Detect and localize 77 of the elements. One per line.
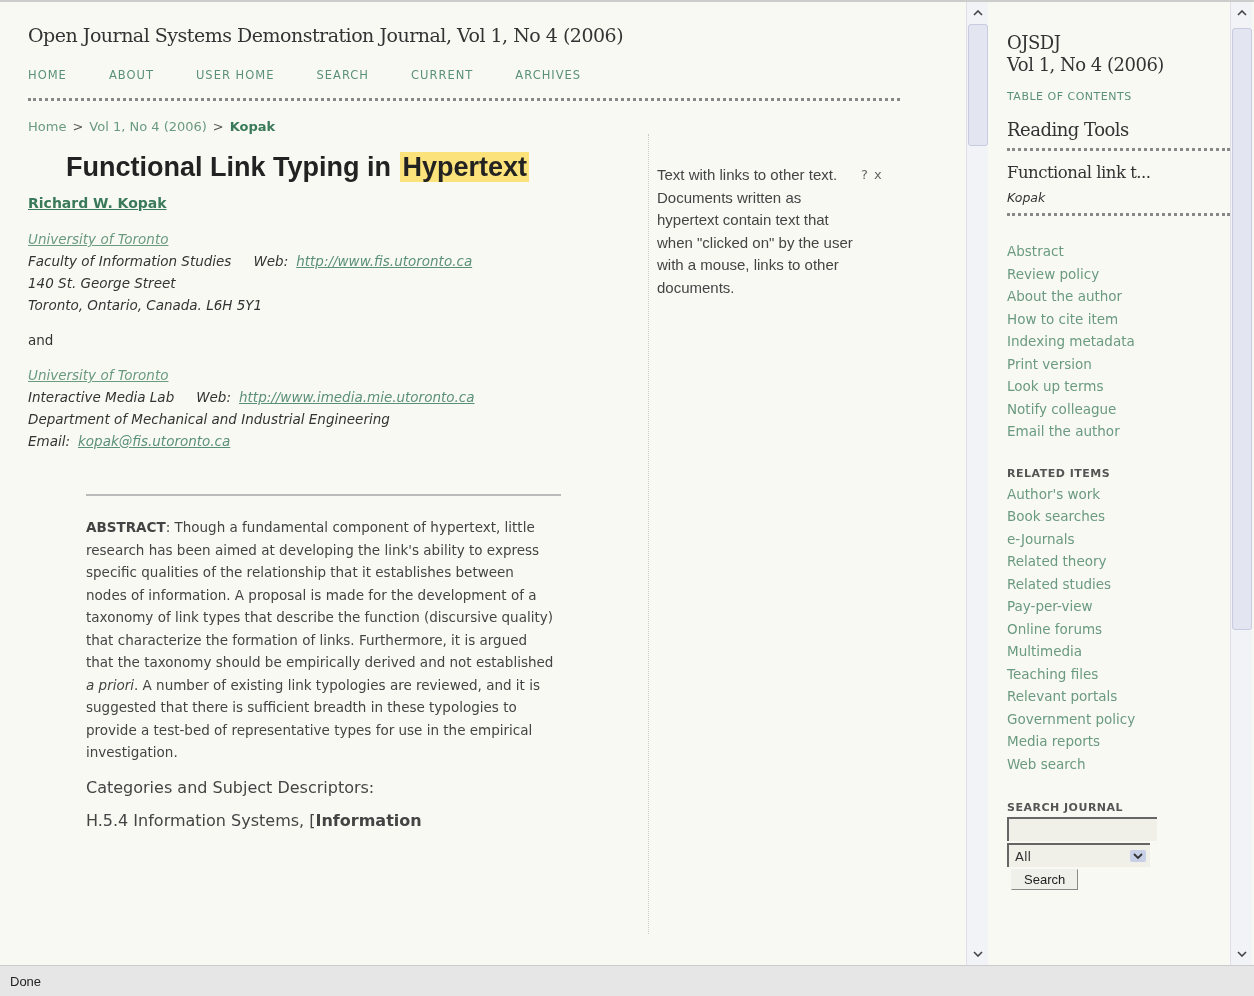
reading-tool-link[interactable]: How to cite item [1007,307,1230,330]
related-item-link[interactable]: Pay-per-view [1007,595,1230,618]
related-item-link[interactable]: Web search [1007,752,1230,775]
related-item-link[interactable]: Multimedia [1007,640,1230,663]
abstract-paragraph: ABSTRACT: Though a fundamental component of hypertext, little research has been aimed at developing the link's ability to express specific qualities of the relationship that it establishes between nodes of information. A proposal is made for the development of a taxonomy of link types that describe the function (discursive quality) that characterize the formation of links. Furthermore, it is argued that the taxonomy should be empirically derived and not established a priori. A number of existing link typologies are reviewed, and it is suggested that there is sufficient breadth in these typologies to provide a test-bed of representative types for use in the empirical investigation. [86,518,555,762]
categories-heading: Categories and Subject Descriptors: [86,777,376,797]
university-link[interactable]: University of Toronto [28,228,648,250]
nav-link[interactable]: CURRENT [411,68,474,82]
related-item-link[interactable]: Relevant portals [1007,685,1230,708]
help-link[interactable]: ? [861,167,868,182]
reading-tool-link[interactable]: Review policy [1007,262,1230,285]
breadcrumb-link[interactable]: Kopak [229,119,276,134]
related-item-link[interactable]: Media reports [1007,730,1230,753]
article-author: Kopak [1007,190,1047,205]
related-item-link[interactable]: Author's work [1007,482,1230,505]
search-field[interactable] [1007,817,1157,841]
search-button[interactable]: Search [1011,869,1079,890]
related-item-link[interactable]: Government policy [1007,707,1230,730]
scroll-down-icon[interactable] [972,951,983,957]
scrollbar[interactable] [966,2,988,965]
affiliation-link[interactable]: http://www.imedia.mie.utoronto.ca [239,386,475,408]
nav-link[interactable]: HOME [28,68,67,82]
reading-tool-link[interactable]: Print version [1007,352,1230,375]
scrollbar-thumb[interactable] [967,24,988,146]
related-item-link[interactable]: Teaching files [1007,662,1230,685]
scope-dropdown[interactable]: All [1007,843,1150,867]
related-item-link[interactable]: Online forums [1007,617,1230,640]
article-title: Functional Link Typing in Hypertext [65,152,531,183]
scroll-up-icon[interactable] [1236,10,1247,16]
nav-link[interactable]: SEARCH [316,68,369,82]
issue-title: Vol 1, No 4 (2006) [1007,54,1165,76]
scrollbar-thumb[interactable] [1231,28,1252,630]
nav-link[interactable]: ARCHIVES [515,68,582,82]
affiliation-text: Email: [28,432,70,451]
reading-tool-link[interactable]: Notify colleague [1007,397,1230,420]
reading-tools-heading: Reading Tools [1007,119,1130,140]
reading-tool-link[interactable]: Indexing metadata [1007,330,1230,353]
nav-link[interactable]: ABOUT [108,68,154,82]
reading-tool-link[interactable]: Abstract [1007,240,1230,263]
affiliation-link[interactable]: kopak@fis.utoronto.ca [78,430,231,452]
university-link[interactable]: University of Toronto [28,364,648,386]
breadcrumb-separator: > [72,119,84,134]
affiliation-text: 140 St. George Street [28,274,176,293]
related-item-link[interactable]: Related studies [1007,572,1230,595]
article-short-title: Functional link t... [1007,163,1152,182]
affiliation-text: Department of Mechanical and Industrial Engineering [28,410,390,429]
dropdown-arrow-icon[interactable] [1130,850,1146,862]
nav-link[interactable]: USER HOME [195,68,275,82]
reading-tool-link[interactable]: Email the author [1007,420,1230,443]
journal-abbreviation: OJSDJ [1007,32,1062,54]
conjunction-text: and [28,332,55,348]
descriptor-text: H.5.4 Information Systems, [Information [86,810,423,830]
related-item-link[interactable]: Book searches [1007,505,1230,528]
related-item-link[interactable]: Related theory [1007,550,1230,573]
breadcrumb-link[interactable]: Vol 1, No 4 (2006) [89,119,207,134]
author-link[interactable]: Richard W. Kopak [28,195,167,211]
definition-text: Text with links to other text. Documents written as hypertext contain text that when "clicked on" by the user with a mouse, links to other documents. [657,165,854,298]
close-link[interactable]: x [873,167,882,182]
related-items-heading: RELATED ITEMS [1007,465,1112,482]
affiliation-text: Web: [196,388,231,407]
affiliation-text: Faculty of Information Studies [28,252,232,271]
status-text: Done [10,973,42,989]
journal-title: Open Journal Systems Demonstration Journal, Vol 1, No 4 (2006) [28,24,625,46]
reading-tool-link[interactable]: About the author [1007,285,1230,308]
scroll-up-icon[interactable] [972,10,983,16]
breadcrumb-separator: > [212,119,224,134]
breadcrumb-link[interactable]: Home [28,119,67,134]
affiliation-text: Toronto, Ontario, Canada. L6H 5Y1 [28,296,263,315]
affiliation-link[interactable]: http://www.fis.utoronto.ca [296,250,473,272]
scroll-down-icon[interactable] [1236,951,1247,957]
table-of-contents-link[interactable]: TABLE OF CONTENTS [1007,90,1230,103]
scrollbar[interactable] [1230,2,1252,965]
related-item-link[interactable]: e-Journals [1007,527,1230,550]
affiliation-text: Interactive Media Lab [28,388,175,407]
affiliation-text: Web: [253,252,289,271]
search-journal-heading: SEARCH JOURNAL [1007,800,1125,816]
reading-tool-link[interactable]: Look up terms [1007,375,1230,398]
